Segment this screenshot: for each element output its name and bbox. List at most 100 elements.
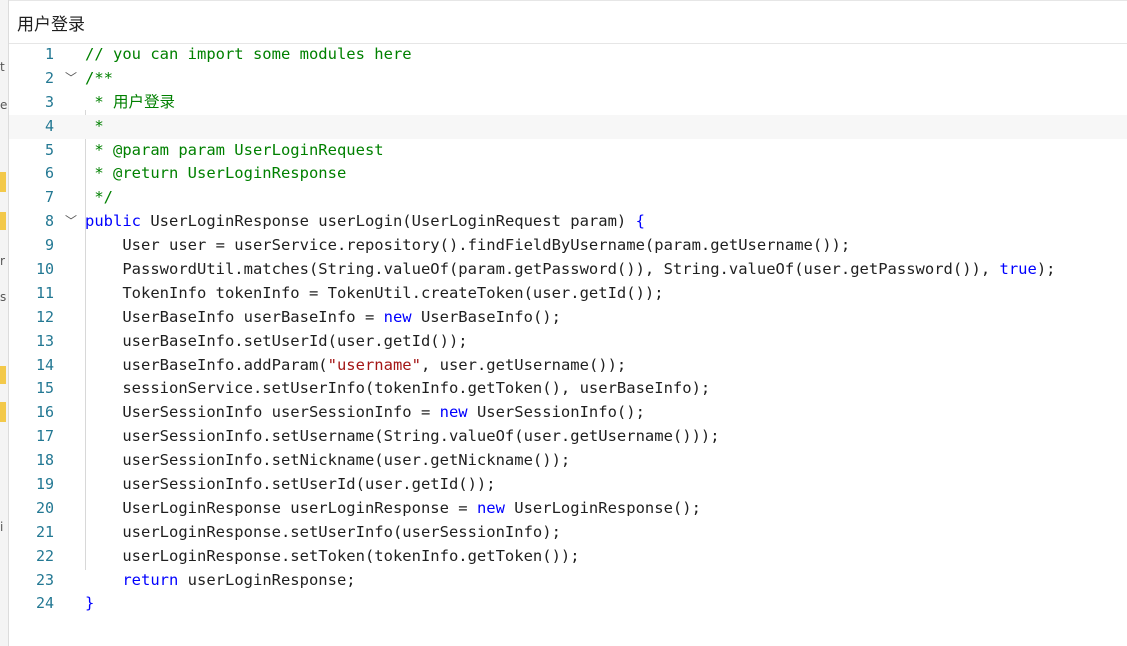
- line-number: 14: [35, 355, 54, 374]
- code-token: UserBaseInfo userBaseInfo =: [85, 307, 384, 326]
- background-highlight-mark: [0, 212, 6, 230]
- line-number: 10: [35, 260, 54, 279]
- code-line[interactable]: 13 userBaseInfo.setUserId(user.getId());: [9, 330, 1127, 354]
- code-line[interactable]: 11 TokenInfo tokenInfo = TokenUtil.creat…: [9, 282, 1127, 306]
- code-text: public UserLoginResponse userLogin(UserL…: [85, 210, 645, 234]
- code-text: return userLoginResponse;: [85, 569, 356, 593]
- code-line[interactable]: 22 userLoginResponse.setToken(tokenInfo.…: [9, 545, 1127, 569]
- line-number: 23: [35, 570, 54, 589]
- background-highlight-mark: [0, 366, 6, 384]
- code-token: userLoginResponse.setToken(tokenInfo.get…: [85, 546, 580, 565]
- code-line[interactable]: 19 userSessionInfo.setUserId(user.getId(…: [9, 473, 1127, 497]
- code-token: PasswordUtil.matches(String.valueOf(para…: [85, 260, 1000, 279]
- code-line[interactable]: 10 PasswordUtil.matches(String.valueOf(p…: [9, 258, 1127, 282]
- code-line[interactable]: 17 userSessionInfo.setUsername(String.va…: [9, 425, 1127, 449]
- code-token: userLoginResponse;: [178, 570, 356, 589]
- line-number: 5: [44, 140, 54, 159]
- code-token: userSessionInfo.setNickname(user.getNick…: [85, 451, 571, 470]
- line-number: 18: [35, 451, 54, 470]
- code-token: new: [476, 498, 505, 517]
- code-token: userBaseInfo.addParam(: [85, 355, 328, 374]
- fold-chevron-icon[interactable]: ﹀: [64, 210, 78, 234]
- code-line[interactable]: 4 *: [9, 114, 1127, 139]
- code-token: userSessionInfo.setUsername(String.value…: [85, 427, 720, 446]
- code-token: * @return UserLoginResponse: [85, 164, 347, 183]
- code-text: * @param param UserLoginRequest: [85, 139, 384, 163]
- code-line[interactable]: 3 * 用户登录: [9, 91, 1127, 115]
- code-line[interactable]: 21 userLoginResponse.setUserInfo(userSes…: [9, 521, 1127, 545]
- code-text: // you can import some modules here: [85, 43, 412, 67]
- code-text: userLoginResponse.setUserInfo(userSessio…: [85, 521, 561, 545]
- code-token: }: [85, 594, 95, 613]
- code-line[interactable]: 18 userSessionInfo.setNickname(user.getN…: [9, 449, 1127, 473]
- code-token: new: [383, 307, 412, 326]
- background-highlight-mark: [0, 172, 6, 192]
- line-number: 12: [35, 307, 54, 326]
- code-token: UserLoginResponse();: [504, 498, 701, 517]
- code-line[interactable]: 14 userBaseInfo.addParam("username", use…: [9, 354, 1127, 378]
- code-line[interactable]: 9 User user = userService.repository().f…: [9, 234, 1127, 258]
- code-line[interactable]: 8 ﹀ public UserLoginResponse userLogin(Use…: [9, 210, 1127, 234]
- code-text: UserLoginResponse userLoginResponse = ne…: [85, 497, 701, 521]
- line-number: 16: [35, 403, 54, 422]
- code-line[interactable]: 24}: [9, 592, 1127, 616]
- code-token: UserSessionInfo userSessionInfo =: [85, 403, 440, 422]
- code-token: userSessionInfo.setUserId(user.getId());: [85, 475, 496, 494]
- line-number: 13: [35, 331, 54, 350]
- code-line[interactable]: 6 * @return UserLoginResponse: [9, 162, 1127, 186]
- background-text-fragment: e: [0, 98, 8, 112]
- line-number: 15: [35, 379, 54, 398]
- code-token: );: [1036, 260, 1056, 279]
- code-line[interactable]: 2 ﹀ /**: [9, 67, 1127, 91]
- background-highlight-mark: [0, 402, 6, 422]
- code-token: * @param param UserLoginRequest: [85, 140, 384, 159]
- code-text: }: [85, 592, 94, 616]
- code-token: UserSessionInfo();: [467, 403, 645, 422]
- code-token: userBaseInfo.setUserId(user.getId());: [85, 331, 468, 350]
- code-token: true: [999, 260, 1037, 279]
- line-number: 17: [35, 427, 54, 446]
- code-token: UserBaseInfo();: [411, 307, 561, 326]
- code-dialog: 用户登录 1 // you can import some modules her…: [8, 0, 1127, 646]
- background-text-fragment: s: [0, 290, 7, 304]
- line-number: 21: [35, 522, 54, 541]
- code-text: TokenInfo tokenInfo = TokenUtil.createTo…: [85, 282, 664, 306]
- code-editor[interactable]: 1 // you can import some modules here 2 ﹀ /*…: [9, 43, 1127, 646]
- code-text: userLoginResponse.setToken(tokenInfo.get…: [85, 545, 580, 569]
- code-token: "username": [327, 355, 421, 374]
- code-text: userSessionInfo.setUsername(String.value…: [85, 425, 720, 449]
- code-line[interactable]: 7 */: [9, 186, 1127, 210]
- code-token: TokenInfo tokenInfo = TokenUtil.createTo…: [85, 283, 664, 302]
- code-line[interactable]: 1 // you can import some modules here: [9, 43, 1127, 67]
- fold-chevron-icon[interactable]: ﹀: [64, 67, 78, 91]
- line-number: 8: [44, 212, 54, 231]
- code-token: new: [439, 403, 468, 422]
- code-token: return: [122, 570, 179, 589]
- line-number: 2: [44, 68, 54, 87]
- code-line[interactable]: 16 UserSessionInfo userSessionInfo = new…: [9, 401, 1127, 425]
- background-text-fragment: t: [0, 60, 5, 74]
- background-text-fragment: i: [0, 520, 4, 534]
- code-token: userLoginResponse.setUserInfo(userSessio…: [85, 522, 561, 541]
- code-line[interactable]: 12 UserBaseInfo userBaseInfo = new UserB…: [9, 306, 1127, 330]
- code-line[interactable]: 23 return userLoginResponse;: [9, 569, 1127, 593]
- code-token: *: [85, 116, 104, 135]
- code-token: UserLoginResponse userLoginResponse =: [85, 498, 477, 517]
- code-token: , user.getUsername());: [420, 355, 627, 374]
- code-token: * 用户登录: [85, 92, 175, 111]
- code-text: userBaseInfo.setUserId(user.getId());: [85, 330, 468, 354]
- code-text: PasswordUtil.matches(String.valueOf(para…: [85, 258, 1056, 282]
- code-token: User user = userService.repository().fin…: [85, 236, 851, 255]
- code-text: * @return UserLoginResponse: [85, 162, 346, 186]
- code-line[interactable]: 5 * @param param UserLoginRequest: [9, 139, 1127, 163]
- line-number: 20: [35, 498, 54, 517]
- code-line[interactable]: 15 sessionService.setUserInfo(tokenInfo.…: [9, 377, 1127, 401]
- code-text: UserSessionInfo userSessionInfo = new Us…: [85, 401, 645, 425]
- line-number: 7: [44, 188, 54, 207]
- code-token: // you can import some modules here: [85, 45, 412, 63]
- line-number: 22: [35, 546, 54, 565]
- code-text: userSessionInfo.setUserId(user.getId());: [85, 473, 496, 497]
- code-line[interactable]: 20 UserLoginResponse userLoginResponse =…: [9, 497, 1127, 521]
- line-number: 6: [44, 164, 54, 183]
- code-text: UserBaseInfo userBaseInfo = new UserBase…: [85, 306, 561, 330]
